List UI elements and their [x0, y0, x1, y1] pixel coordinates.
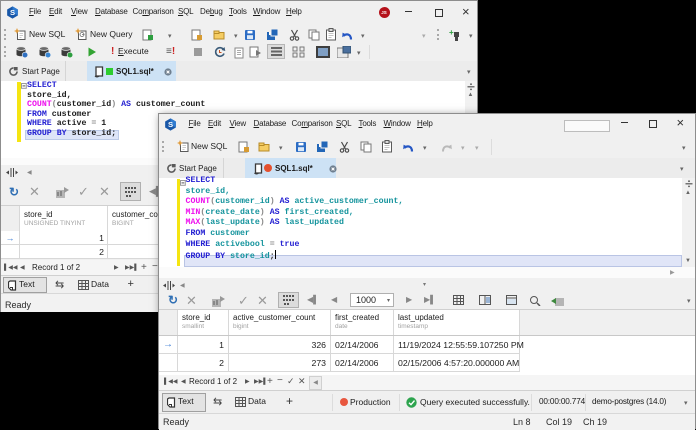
svg-text:+: + [449, 28, 454, 37]
svg-text:S: S [168, 120, 173, 129]
svg-text:S: S [10, 8, 15, 17]
